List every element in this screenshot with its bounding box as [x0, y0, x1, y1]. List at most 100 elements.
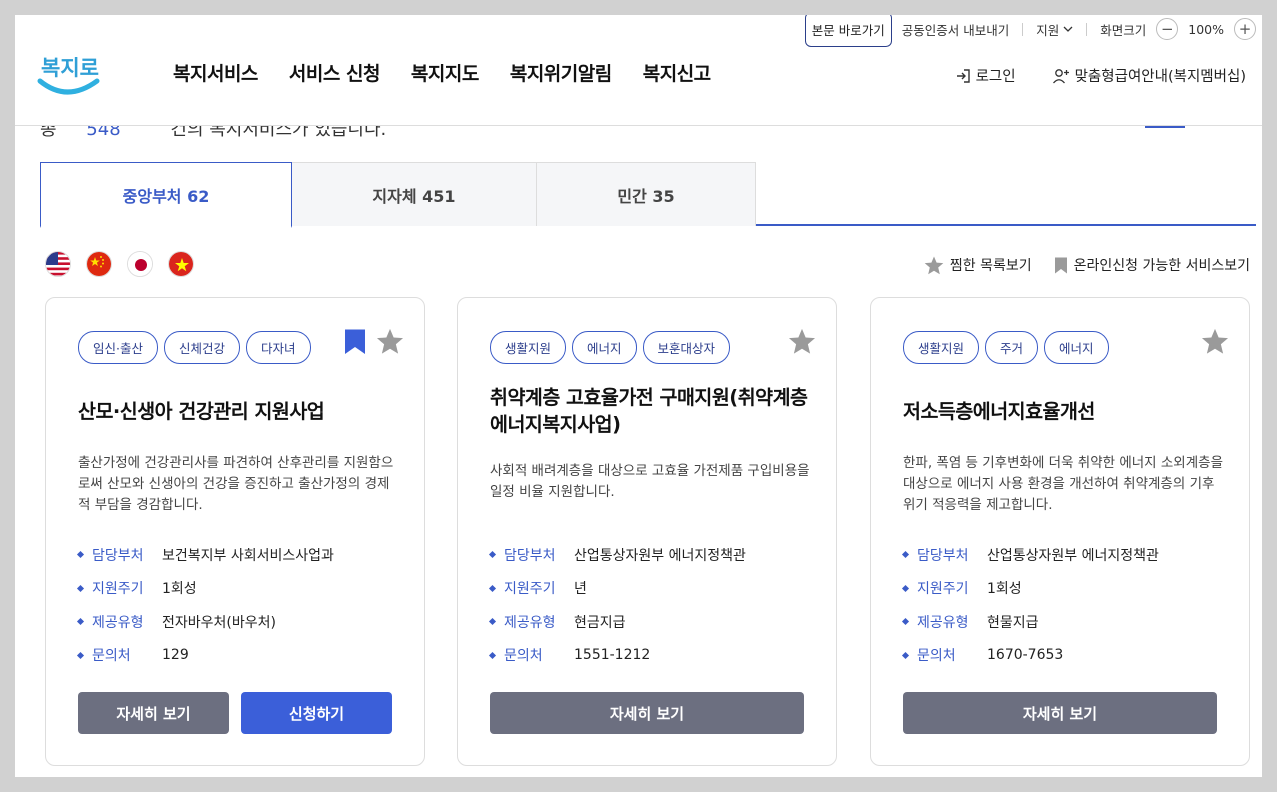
service-card: 생활지원 에너지 보훈대상자 취약계층 고효율가전 구매지원(취약계층 에너지복…: [457, 297, 837, 766]
info-type: 제공유형 현물지급: [901, 605, 1223, 639]
bullet-icon: [488, 584, 497, 592]
bullet-icon: [901, 618, 910, 626]
svg-text:복지로: 복지로: [41, 56, 99, 80]
detail-button[interactable]: 자세히 보기: [490, 692, 804, 734]
tab-central-government[interactable]: 중앙부처 62: [40, 162, 292, 228]
info-value: 산업통상자원부 에너지정책관: [987, 547, 1159, 564]
page: 총 548 건의 복지서비스가 있습니다. 복지로 복지서비스 서비스 신청 복…: [15, 15, 1262, 777]
favorite-star-icon[interactable]: [1201, 328, 1229, 355]
language-select[interactable]: 지원: [1036, 20, 1073, 39]
tag[interactable]: 에너지: [1044, 331, 1109, 364]
card-tags: 임신·출산 신체건강 다자녀: [78, 331, 311, 364]
info-value: 현물지급: [987, 614, 1039, 631]
nav-welfare-map[interactable]: 복지지도: [411, 59, 479, 86]
info-type: 제공유형 현금지급: [488, 605, 810, 639]
favorites-filter-label: 찜한 목록보기: [949, 258, 1032, 274]
cert-export-link[interactable]: 공동인증서 내보내기: [902, 20, 1009, 39]
info-key: 문의처: [92, 648, 131, 665]
category-tabs: 중앙부처 62 지자체 451 민간 35: [40, 162, 1256, 228]
card-info: 담당부처 산업통상자원부 에너지정책관 지원주기 년 제공유형 현금지급 문의처 155…: [488, 538, 810, 673]
info-value: 보건복지부 사회서비스사업과: [162, 547, 334, 564]
account-links: 로그인 맞춤형급여안내(복지멤버십): [955, 65, 1246, 86]
tag[interactable]: 주거: [985, 331, 1039, 364]
bullet-icon: [488, 651, 497, 659]
tag[interactable]: 에너지: [572, 331, 637, 364]
skip-to-content-link[interactable]: 본문 바로가기: [804, 15, 892, 47]
divider: [1086, 22, 1088, 36]
bullet-icon: [488, 551, 497, 559]
tag[interactable]: 다자녀: [246, 331, 311, 364]
card-buttons: 자세히 보기 신청하기: [78, 692, 392, 734]
info-key: 문의처: [504, 648, 543, 665]
bookmark-icon: [1054, 257, 1067, 273]
info-key: 담당부처: [917, 547, 969, 564]
favorite-star-icon[interactable]: [788, 328, 816, 355]
bullet-icon: [901, 651, 910, 659]
card-marks: [788, 328, 816, 355]
login-link[interactable]: 로그인: [955, 65, 1016, 86]
info-value: 1670-7653: [987, 647, 1064, 664]
tag[interactable]: 생활지원: [490, 331, 567, 364]
usa-flag-icon[interactable]: [45, 251, 71, 277]
membership-label: 맞춤형급여안내(복지멤버십): [1074, 69, 1246, 85]
zoom-in-button[interactable]: +: [1234, 18, 1256, 40]
info-key: 제공유형: [92, 614, 144, 631]
membership-link[interactable]: 맞춤형급여안내(복지멤버십): [1052, 65, 1246, 86]
tag[interactable]: 신체건강: [163, 331, 240, 364]
card-info: 담당부처 산업통상자원부 에너지정책관 지원주기 1회성 제공유형 현물지급 문의처 1…: [901, 538, 1223, 673]
detail-button[interactable]: 자세히 보기: [903, 692, 1217, 734]
online-apply-bookmark-icon: [345, 329, 365, 354]
info-key: 지원주기: [504, 581, 556, 598]
favorites-filter[interactable]: 찜한 목록보기: [924, 255, 1032, 275]
card-buttons: 자세히 보기: [490, 692, 804, 734]
tag[interactable]: 임신·출산: [78, 331, 158, 364]
tag[interactable]: 생활지원: [903, 331, 980, 364]
tab-local-government[interactable]: 지자체 451: [291, 162, 537, 226]
info-value: 1551-1212: [574, 647, 651, 664]
nav-welfare-service[interactable]: 복지서비스: [173, 59, 258, 86]
card-title[interactable]: 산모·신생아 건강관리 지원사업: [78, 398, 396, 425]
online-apply-filter[interactable]: 온라인신청 가능한 서비스보기: [1054, 255, 1250, 275]
card-title[interactable]: 저소득층에너지효율개선: [903, 398, 1221, 425]
japan-flag-icon[interactable]: [127, 251, 153, 277]
chevron-down-icon: [1063, 26, 1073, 32]
info-contact: 문의처 1670-7653: [901, 639, 1223, 673]
site-logo[interactable]: 복지로: [37, 45, 101, 101]
info-key: 지원주기: [92, 581, 144, 598]
card-info: 담당부처 보건복지부 사회서비스사업과 지원주기 1회성 제공유형 전자바우처(바우처…: [76, 538, 398, 672]
info-cycle: 지원주기 1회성: [901, 572, 1223, 606]
login-label: 로그인: [975, 69, 1016, 85]
bokjiro-logo-icon: 복지로: [37, 56, 100, 95]
card-description: 출산가정에 건강관리사를 파견하여 산후관리를 지원함으로써 산모와 신생아의 …: [78, 455, 394, 513]
user-add-icon: [1052, 68, 1069, 83]
card-tags: 생활지원 주거 에너지: [903, 331, 1109, 364]
info-value: 전자바우처(바우처): [162, 614, 276, 631]
favorite-star-icon[interactable]: [376, 328, 404, 355]
info-key: 담당부처: [92, 547, 144, 564]
bullet-icon: [76, 651, 85, 659]
detail-button[interactable]: 자세히 보기: [78, 692, 229, 734]
zoom-out-button[interactable]: −: [1156, 18, 1179, 40]
card-title[interactable]: 취약계층 고효율가전 구매지원(취약계층 에너지복지사업): [490, 384, 808, 438]
bullet-icon: [901, 584, 910, 592]
info-contact: 문의처 1551-1212: [488, 639, 810, 673]
apply-button[interactable]: 신청하기: [241, 692, 392, 734]
service-card: 생활지원 주거 에너지 저소득층에너지효율개선 한파, 폭염 등 기후변화에 더…: [870, 297, 1250, 766]
china-flag-icon[interactable]: [86, 251, 112, 277]
nav-service-apply[interactable]: 서비스 신청: [289, 59, 381, 86]
tag[interactable]: 보훈대상자: [642, 331, 731, 364]
card-marks: [1201, 328, 1229, 355]
info-key: 제공유형: [917, 614, 969, 631]
info-dept: 담당부처 산업통상자원부 에너지정책관: [488, 538, 810, 572]
nav-welfare-report[interactable]: 복지신고: [643, 59, 711, 86]
nav-crisis-alert[interactable]: 복지위기알림: [510, 59, 612, 86]
info-dept: 담당부처 산업통상자원부 에너지정책관: [901, 538, 1223, 572]
list-filters: 찜한 목록보기 온라인신청 가능한 서비스보기: [924, 255, 1250, 275]
utility-bar: 본문 바로가기 공동인증서 내보내기 지원 화면크기 − 100% +: [804, 15, 1262, 47]
language-label: 지원: [1036, 22, 1060, 38]
divider: [1022, 22, 1024, 36]
main-nav: 복지서비스 서비스 신청 복지지도 복지위기알림 복지신고: [173, 59, 711, 86]
vietnam-flag-icon[interactable]: [168, 251, 194, 277]
tab-private[interactable]: 민간 35: [536, 162, 756, 226]
bullet-icon: [901, 551, 910, 559]
